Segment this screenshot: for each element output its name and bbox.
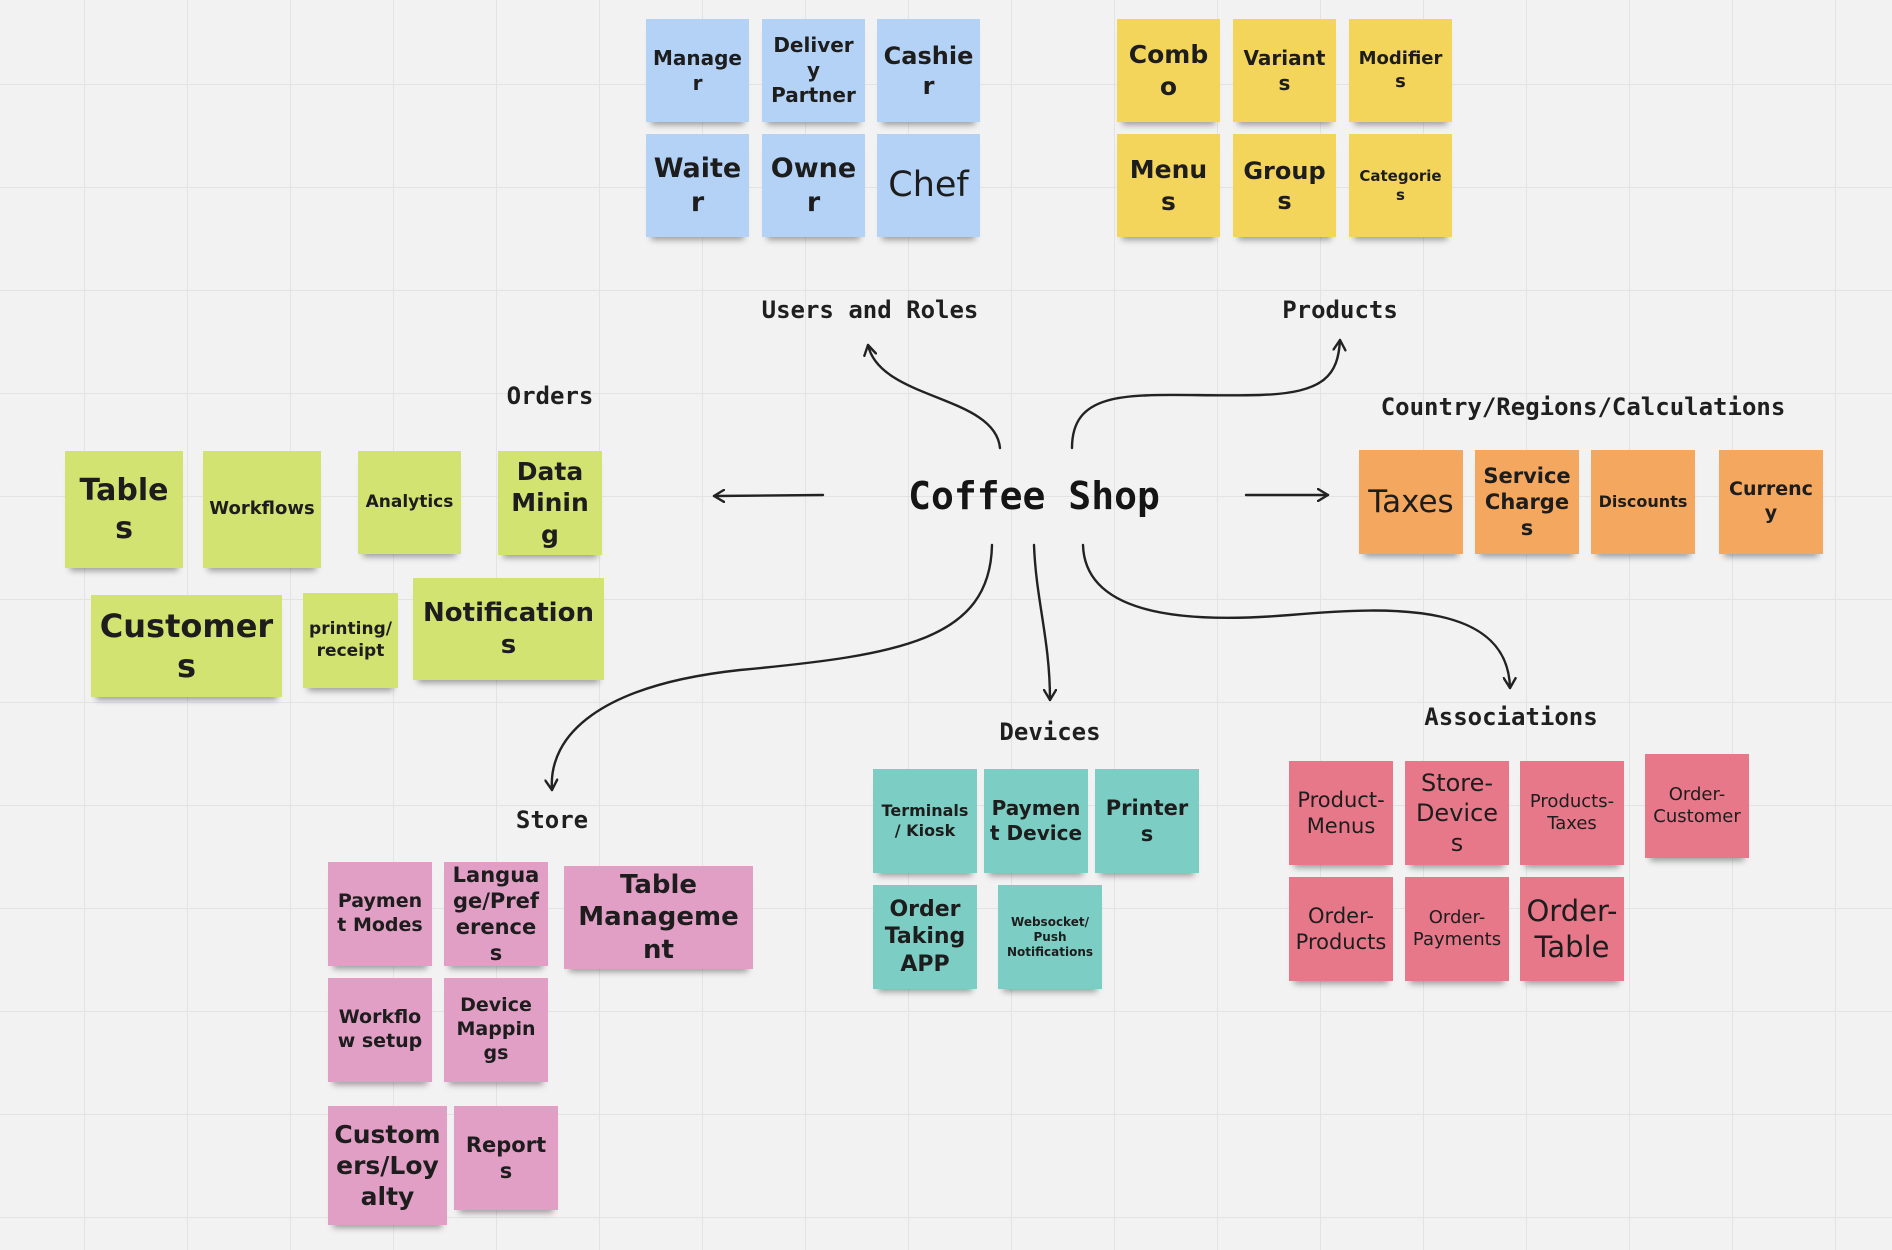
note-workflows[interactable]: Workflows: [203, 451, 321, 568]
group-label-associations[interactable]: Associations: [1424, 703, 1597, 731]
note-reports[interactable]: Reports: [454, 1106, 558, 1210]
note-printing-receipt[interactable]: printing/ receipt: [303, 593, 398, 688]
note-websocket-push-notifications[interactable]: Websocket/ Push Notifications: [998, 885, 1102, 989]
note-order-customer[interactable]: Order-Customer: [1645, 754, 1749, 858]
note-menus[interactable]: Menus: [1117, 134, 1220, 237]
group-label-devices[interactable]: Devices: [999, 718, 1100, 746]
note-product-menus[interactable]: Product-Menus: [1289, 761, 1393, 865]
note-payment-device[interactable]: Payment Device: [984, 769, 1088, 873]
note-table-management[interactable]: Table Management: [564, 866, 753, 969]
note-store-devices[interactable]: Store-Devices: [1405, 761, 1509, 865]
note-waiter[interactable]: Waiter: [646, 134, 749, 237]
note-device-mappings[interactable]: Device Mappings: [444, 978, 548, 1082]
note-printers[interactable]: Printers: [1095, 769, 1199, 873]
note-customers[interactable]: Customers: [91, 595, 282, 697]
whiteboard-canvas[interactable]: Coffee Shop Users and Roles Manager Deli…: [0, 0, 1892, 1250]
note-manager[interactable]: Manager: [646, 19, 749, 122]
note-categories[interactable]: Categories: [1349, 134, 1452, 237]
note-products-taxes[interactable]: Products-Taxes: [1520, 761, 1624, 865]
note-groups[interactable]: Groups: [1233, 134, 1336, 237]
group-label-orders[interactable]: Orders: [507, 382, 594, 410]
group-label-store[interactable]: Store: [516, 806, 588, 834]
note-currency[interactable]: Currency: [1719, 450, 1823, 554]
note-customers-loyalty[interactable]: Custom ers/Loy alty: [328, 1106, 447, 1225]
note-language-preferences[interactable]: Langua ge/Pref erences: [444, 862, 548, 966]
note-analytics[interactable]: Analytics: [358, 451, 461, 554]
note-service-charges[interactable]: Service Charges: [1475, 450, 1579, 554]
connector-associations[interactable]: [1081, 543, 1510, 690]
note-taxes[interactable]: Taxes: [1359, 450, 1463, 554]
note-owner[interactable]: Owner: [762, 134, 865, 237]
note-modifiers[interactable]: Modifiers: [1349, 19, 1452, 122]
group-label-users-and-roles[interactable]: Users and Roles: [762, 296, 979, 324]
connector-devices[interactable]: [1032, 543, 1050, 702]
note-order-products[interactable]: Order-Products: [1289, 877, 1393, 981]
connector-orders[interactable]: [712, 495, 825, 496]
note-order-taking-app[interactable]: Order Taking APP: [873, 885, 977, 989]
note-cashier[interactable]: Cashier: [877, 19, 980, 122]
note-combo[interactable]: Combo: [1117, 19, 1220, 122]
note-notifications[interactable]: Notifications: [413, 578, 604, 680]
note-payment-modes[interactable]: Payment Modes: [328, 862, 432, 966]
note-order-payments[interactable]: Order-Payments: [1405, 877, 1509, 981]
group-label-country-regions-calculations[interactable]: Country/Regions/Calculations: [1381, 393, 1786, 421]
connector-users-and-roles[interactable]: [868, 343, 1002, 450]
note-order-table[interactable]: Order-Table: [1520, 877, 1624, 981]
note-tables[interactable]: Tables: [65, 451, 183, 568]
connector-products[interactable]: [1070, 338, 1340, 450]
connector-store[interactable]: [552, 543, 994, 792]
note-data-mining[interactable]: Data Mining: [498, 451, 602, 555]
note-workflow-setup[interactable]: Workflow setup: [328, 978, 432, 1082]
note-variants[interactable]: Variants: [1233, 19, 1336, 122]
note-discounts[interactable]: Discounts: [1591, 450, 1695, 554]
note-delivery-partner[interactable]: Delivery Partner: [762, 19, 865, 122]
group-label-products[interactable]: Products: [1282, 296, 1398, 324]
note-chef[interactable]: Chef: [877, 134, 980, 237]
note-terminals-kiosk[interactable]: Terminals/ Kiosk: [873, 769, 977, 873]
center-title[interactable]: Coffee Shop: [908, 474, 1160, 518]
